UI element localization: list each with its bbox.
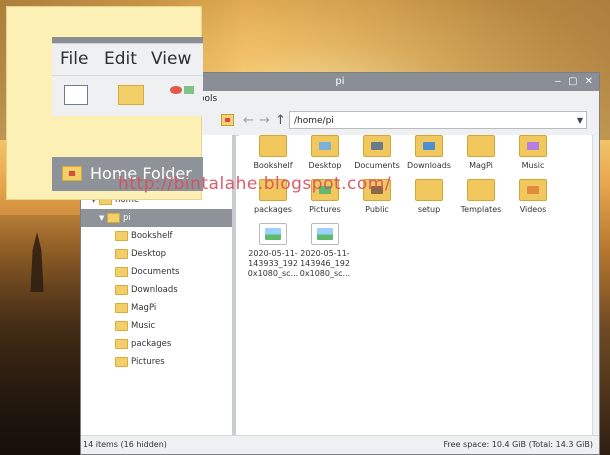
file-label: setup bbox=[417, 205, 441, 214]
tree-item-documents[interactable]: Documents bbox=[81, 263, 235, 281]
file-item-templates[interactable]: Templates bbox=[455, 179, 507, 223]
file-label: Bookshelf bbox=[253, 161, 293, 170]
file-item-documents[interactable]: Documents bbox=[351, 135, 403, 179]
tree-item-music[interactable]: Music bbox=[81, 317, 235, 335]
folder-icon bbox=[115, 231, 128, 241]
status-free-space: Free space: 10.4 GiB (Total: 14.3 GiB) bbox=[443, 440, 593, 449]
file-label: Desktop bbox=[308, 161, 342, 170]
tree-item-magpi[interactable]: MagPi bbox=[81, 299, 235, 317]
file-label: Downloads bbox=[407, 161, 451, 170]
tree-item-label: Desktop bbox=[131, 249, 167, 259]
file-label: Public bbox=[365, 205, 389, 214]
menu-view[interactable]: View bbox=[151, 49, 191, 69]
tree-item-label: Bookshelf bbox=[131, 231, 173, 241]
tree-item-downloads[interactable]: Downloads bbox=[81, 281, 235, 299]
new-folder-icon[interactable] bbox=[118, 85, 144, 105]
folder-icon bbox=[115, 303, 128, 313]
home-folder-icon bbox=[107, 213, 120, 223]
tree-item-desktop[interactable]: Desktop bbox=[81, 245, 235, 263]
file-label: Videos bbox=[519, 205, 547, 214]
menu-file[interactable]: File bbox=[60, 49, 88, 69]
downloads-folder-icon bbox=[415, 135, 443, 157]
file-label: Pictures bbox=[309, 205, 341, 214]
tree-item-label: Documents bbox=[131, 267, 180, 277]
folder-icon bbox=[467, 179, 495, 201]
magnified-overlay: File Edit View Home Folder bbox=[6, 6, 203, 200]
downloads-folder-icon bbox=[115, 285, 128, 295]
folder-icon bbox=[467, 135, 495, 157]
maximize-button[interactable]: ▢ bbox=[568, 73, 577, 91]
file-item-screenshot-1[interactable]: 2020-05-11- 143933_192 0x1080_sc... bbox=[247, 223, 299, 293]
tree-item-label: Pictures bbox=[131, 357, 165, 367]
tree-item-label: Music bbox=[131, 321, 156, 331]
window-controls: ‒ ▢ ✕ bbox=[555, 73, 593, 91]
folder-icon bbox=[115, 339, 128, 349]
tree-item-label: pi bbox=[123, 213, 131, 223]
tree-item-label: Downloads bbox=[131, 285, 178, 295]
watermark-text: http://bintalahe.blogspot.com/ bbox=[118, 174, 392, 194]
path-input[interactable]: /home/pi ▼ bbox=[289, 111, 587, 129]
new-window-icon[interactable] bbox=[64, 85, 88, 105]
image-file-icon bbox=[259, 223, 287, 245]
file-label: 2020-05-11- 143946_192 0x1080_sc... bbox=[299, 249, 351, 278]
forward-arrow-icon[interactable]: → bbox=[259, 113, 270, 128]
zoom-toolbar bbox=[52, 75, 203, 116]
file-item-screenshot-2[interactable]: 2020-05-11- 143946_192 0x1080_sc... bbox=[299, 223, 351, 293]
tree-item-packages[interactable]: packages bbox=[81, 335, 235, 353]
back-arrow-icon[interactable]: ← bbox=[243, 113, 254, 128]
pictures-folder-icon bbox=[115, 357, 128, 367]
file-label: Music bbox=[521, 161, 545, 170]
up-arrow-icon[interactable]: ↑ bbox=[275, 113, 286, 128]
app-icon[interactable] bbox=[170, 86, 182, 94]
folder-icon bbox=[259, 135, 287, 157]
file-label: MagPi bbox=[469, 161, 493, 170]
close-button[interactable]: ✕ bbox=[585, 73, 593, 91]
status-bar: 14 items (16 hidden) Free space: 10.4 Gi… bbox=[81, 435, 599, 454]
chevron-down-icon[interactable]: ▼ bbox=[577, 112, 583, 130]
tree-item-bookshelf[interactable]: Bookshelf bbox=[81, 227, 235, 245]
home-folder-icon bbox=[62, 166, 82, 181]
videos-folder-icon bbox=[519, 179, 547, 201]
file-label: 2020-05-11- 143933_192 0x1080_sc... bbox=[247, 249, 299, 278]
documents-folder-icon bbox=[363, 135, 391, 157]
file-label: Templates bbox=[460, 205, 502, 214]
file-item-bookshelf[interactable]: Bookshelf bbox=[247, 135, 299, 179]
file-item-music[interactable]: Music bbox=[507, 135, 559, 179]
status-items: 14 items (16 hidden) bbox=[83, 440, 167, 449]
home-folder-icon[interactable] bbox=[221, 114, 234, 126]
file-item-magpi[interactable]: MagPi bbox=[455, 135, 507, 179]
file-item-setup[interactable]: setup bbox=[403, 179, 455, 223]
image-file-icon bbox=[311, 223, 339, 245]
tree-item-label: packages bbox=[131, 339, 172, 349]
file-item-downloads[interactable]: Downloads bbox=[403, 135, 455, 179]
desktop-folder-icon bbox=[311, 135, 339, 157]
file-label: packages bbox=[254, 205, 292, 214]
desktop-folder-icon bbox=[115, 249, 128, 259]
chevron-down-icon[interactable]: ▼ bbox=[99, 209, 104, 227]
folder-icon bbox=[415, 179, 443, 201]
music-folder-icon bbox=[115, 321, 128, 331]
tree-item-pi[interactable]: ▼ pi bbox=[81, 209, 235, 227]
file-item-videos[interactable]: Videos bbox=[507, 179, 559, 223]
music-folder-icon bbox=[519, 135, 547, 157]
tree-item-pictures[interactable]: Pictures bbox=[81, 353, 235, 371]
file-item-desktop[interactable]: Desktop bbox=[299, 135, 351, 179]
path-value: /home/pi bbox=[294, 116, 334, 126]
window-title: pi bbox=[335, 76, 345, 87]
minimize-button[interactable]: ‒ bbox=[555, 73, 561, 91]
image-icon[interactable] bbox=[184, 86, 194, 94]
zoom-menubar: File Edit View bbox=[52, 43, 203, 76]
menu-edit[interactable]: Edit bbox=[104, 49, 137, 69]
file-label: Documents bbox=[354, 161, 400, 170]
tree-item-label: MagPi bbox=[131, 303, 157, 313]
documents-folder-icon bbox=[115, 267, 128, 277]
file-grid-scrollbar[interactable] bbox=[592, 135, 599, 435]
